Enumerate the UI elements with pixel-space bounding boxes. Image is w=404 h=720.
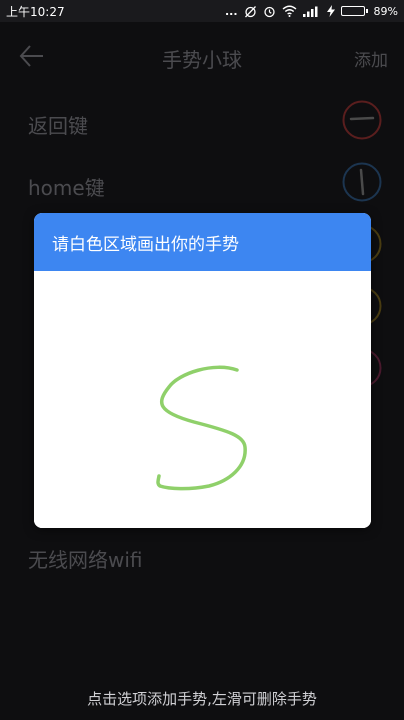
page-title: 手势小球	[162, 48, 242, 72]
signal-icon	[302, 6, 318, 17]
list-item-back[interactable]: 返回键	[0, 90, 404, 152]
gesture-preview-icon	[342, 162, 382, 202]
app-screen: 上午10:27 ... 89% 手势小球 添加 返回键 home键 无线网络wi…	[0, 0, 404, 720]
gesture-draw-canvas[interactable]	[34, 271, 371, 528]
drawn-gesture-stroke	[156, 365, 247, 491]
status-time: 上午10:27	[6, 4, 65, 19]
more-dots: ...	[225, 4, 238, 18]
list-item-label: home键	[28, 176, 105, 200]
status-right: ... 89%	[225, 5, 398, 18]
add-button[interactable]: 添加	[354, 46, 388, 71]
bottom-hint: 点击选项添加手势,左滑可删除手势	[87, 690, 317, 708]
alarm-icon	[263, 6, 275, 17]
list-item-wifi[interactable]: 无线网络wifi	[0, 524, 404, 586]
status-bar: 上午10:27 ... 89%	[0, 0, 404, 22]
battery-percent: 89%	[373, 4, 398, 18]
list-item-label: 返回键	[28, 114, 88, 138]
battery-icon	[340, 6, 368, 16]
list-item-label: 无线网络wifi	[28, 548, 143, 572]
gesture-preview-icon	[342, 100, 382, 140]
list-item-home[interactable]: home键	[0, 152, 404, 214]
gesture-draw-dialog: 请白色区域画出你的手势	[34, 213, 371, 528]
status-left: 上午10:27	[6, 3, 65, 20]
charging-icon	[326, 5, 335, 17]
wifi-icon	[282, 5, 296, 17]
dialog-header: 请白色区域画出你的手势	[34, 213, 371, 271]
app-header: 手势小球 添加	[0, 22, 404, 90]
dialog-title: 请白色区域画出你的手势	[52, 234, 239, 255]
alarm-off-icon	[244, 5, 256, 17]
